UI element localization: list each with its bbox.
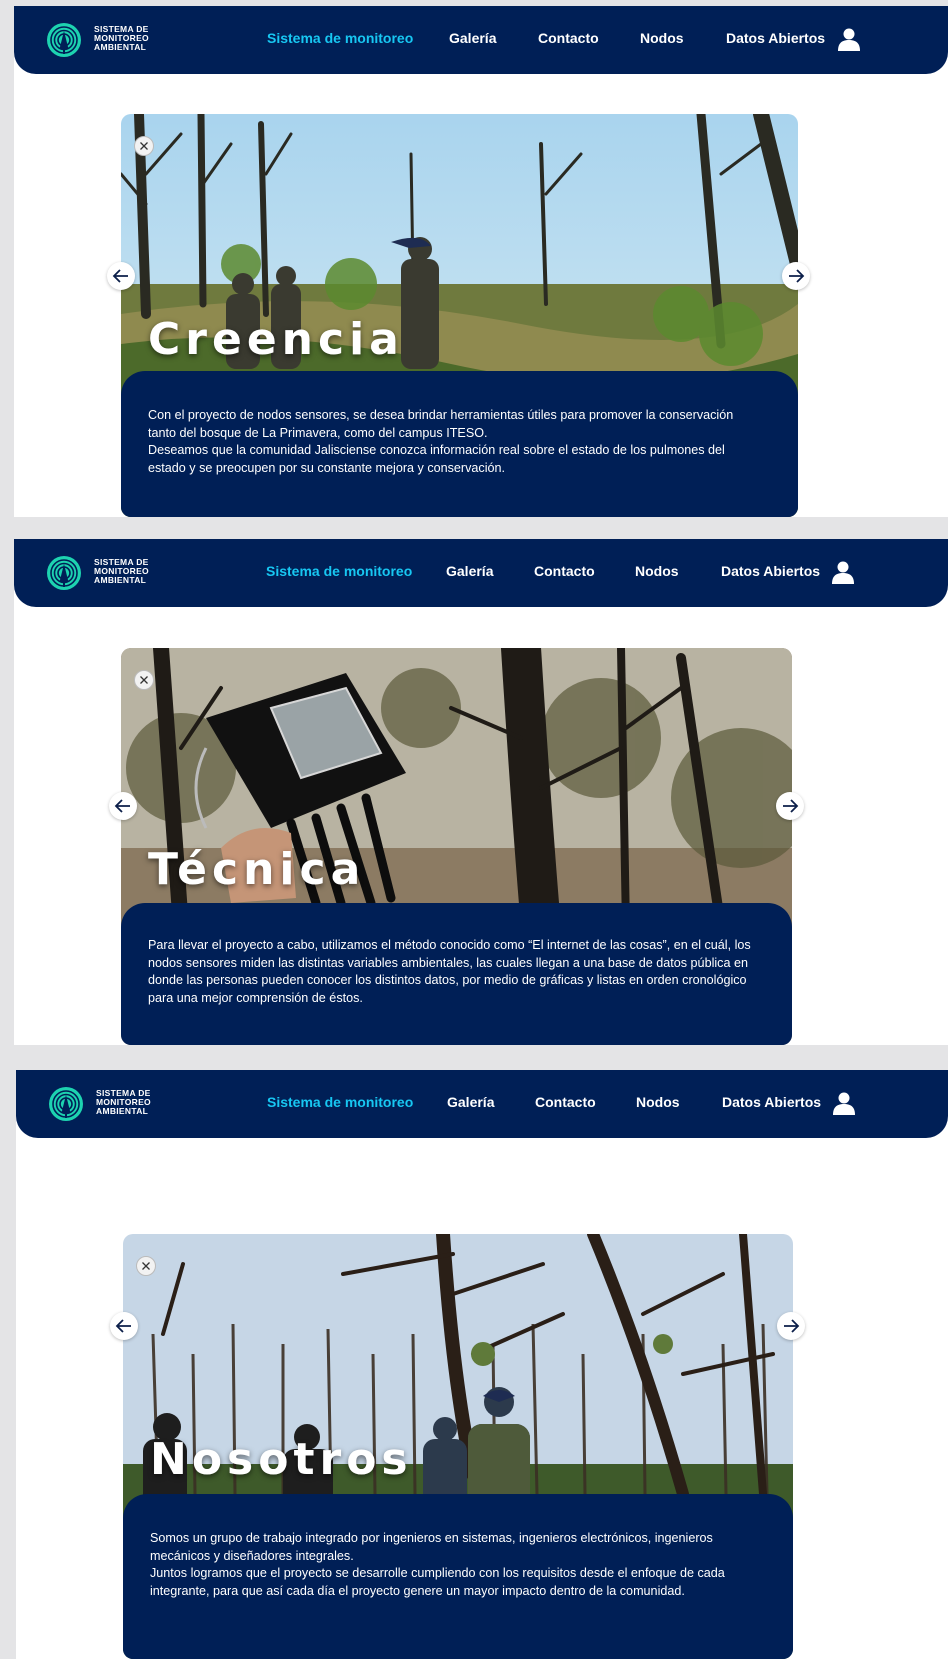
nav-galeria[interactable]: Galería xyxy=(446,563,493,579)
logo-text: SISTEMA DE MONITOREO AMBIENTAL xyxy=(96,1089,151,1116)
nav-sistema-de-monitoreo[interactable]: Sistema de monitoreo xyxy=(267,1094,413,1110)
arrow-right-icon xyxy=(783,799,799,813)
description-paragraph-2: Juntos logramos que el proyecto se desar… xyxy=(150,1566,725,1598)
description-paragraph-2: Deseamos que la comunidad Jalisciense co… xyxy=(148,443,725,475)
description-text: Con el proyecto de nodos sensores, se de… xyxy=(148,407,756,477)
slide-title: Creencia xyxy=(148,314,404,365)
nav-nodos[interactable]: Nodos xyxy=(640,30,684,46)
arrow-right-icon xyxy=(789,269,805,283)
user-icon[interactable] xyxy=(831,1090,857,1116)
description-text: Para llevar el proyecto a cabo, utilizam… xyxy=(148,937,762,1007)
description-box: Con el proyecto de nodos sensores, se de… xyxy=(121,371,798,517)
nav-sistema-de-monitoreo[interactable]: Sistema de monitoreo xyxy=(266,563,412,579)
slide-tecnica: Técnica Para llevar el proyecto a cabo, … xyxy=(121,648,792,1045)
screen-tecnica: SISTEMA DE MONITOREO AMBIENTAL Sistema d… xyxy=(14,539,948,1045)
description-box: Somos un grupo de trabajo integrado por … xyxy=(123,1494,793,1659)
slide-title: Técnica xyxy=(148,844,366,895)
logo-line-3: AMBIENTAL xyxy=(96,1106,149,1116)
arrow-right-icon xyxy=(784,1319,800,1333)
nav-datos-abiertos[interactable]: Datos Abiertos xyxy=(722,1094,821,1110)
description-text: Somos un grupo de trabajo integrado por … xyxy=(150,1530,753,1600)
nav-galeria[interactable]: Galería xyxy=(449,30,496,46)
nav-sistema-de-monitoreo[interactable]: Sistema de monitoreo xyxy=(267,30,413,46)
nav-nodos[interactable]: Nodos xyxy=(635,563,679,579)
slide-title: Nosotros xyxy=(150,1434,413,1485)
nav-galeria[interactable]: Galería xyxy=(447,1094,494,1110)
logo-icon xyxy=(49,1087,83,1121)
next-arrow-button[interactable] xyxy=(777,1312,805,1340)
prev-arrow-button[interactable] xyxy=(109,792,137,820)
description-paragraph-1: Para llevar el proyecto a cabo, utilizam… xyxy=(148,938,751,1005)
nav-contacto[interactable]: Contacto xyxy=(535,1094,596,1110)
logo-text: SISTEMA DE MONITOREO AMBIENTAL xyxy=(94,558,149,585)
top-navbar: SISTEMA DE MONITOREO AMBIENTAL Sistema d… xyxy=(16,1070,948,1138)
arrow-left-icon xyxy=(114,799,130,813)
user-icon[interactable] xyxy=(836,26,862,52)
slide-creencia: Creencia Con el proyecto de nodos sensor… xyxy=(121,114,798,517)
next-arrow-button[interactable] xyxy=(782,262,810,290)
top-navbar: SISTEMA DE MONITOREO AMBIENTAL Sistema d… xyxy=(14,6,948,74)
logo-icon xyxy=(47,556,81,590)
logo-icon xyxy=(47,23,81,57)
logo-line-3: AMBIENTAL xyxy=(94,575,147,585)
nav-contacto[interactable]: Contacto xyxy=(534,563,595,579)
next-arrow-button[interactable] xyxy=(776,792,804,820)
screen-nosotros: SISTEMA DE MONITOREO AMBIENTAL Sistema d… xyxy=(16,1070,948,1659)
slide-nosotros: Nosotros Somos un grupo de trabajo integ… xyxy=(123,1234,793,1659)
description-box: Para llevar el proyecto a cabo, utilizam… xyxy=(121,903,792,1045)
description-paragraph-1: Somos un grupo de trabajo integrado por … xyxy=(150,1531,713,1563)
nav-nodos[interactable]: Nodos xyxy=(636,1094,680,1110)
user-icon[interactable] xyxy=(830,559,856,585)
logo-text: SISTEMA DE MONITOREO AMBIENTAL xyxy=(94,25,149,52)
close-button[interactable] xyxy=(136,1256,156,1276)
arrow-left-icon xyxy=(115,1319,131,1333)
logo-line-3: AMBIENTAL xyxy=(94,42,147,52)
nav-contacto[interactable]: Contacto xyxy=(538,30,599,46)
top-navbar: SISTEMA DE MONITOREO AMBIENTAL Sistema d… xyxy=(14,539,948,607)
description-paragraph-1: Con el proyecto de nodos sensores, se de… xyxy=(148,408,734,440)
arrow-left-icon xyxy=(112,269,128,283)
prev-arrow-button[interactable] xyxy=(110,1312,138,1340)
close-button[interactable] xyxy=(134,136,154,156)
prev-arrow-button[interactable] xyxy=(107,262,135,290)
nav-datos-abiertos[interactable]: Datos Abiertos xyxy=(721,563,820,579)
close-button[interactable] xyxy=(134,670,154,690)
nav-datos-abiertos[interactable]: Datos Abiertos xyxy=(726,30,825,46)
screen-creencia: SISTEMA DE MONITOREO AMBIENTAL Sistema d… xyxy=(14,6,948,517)
